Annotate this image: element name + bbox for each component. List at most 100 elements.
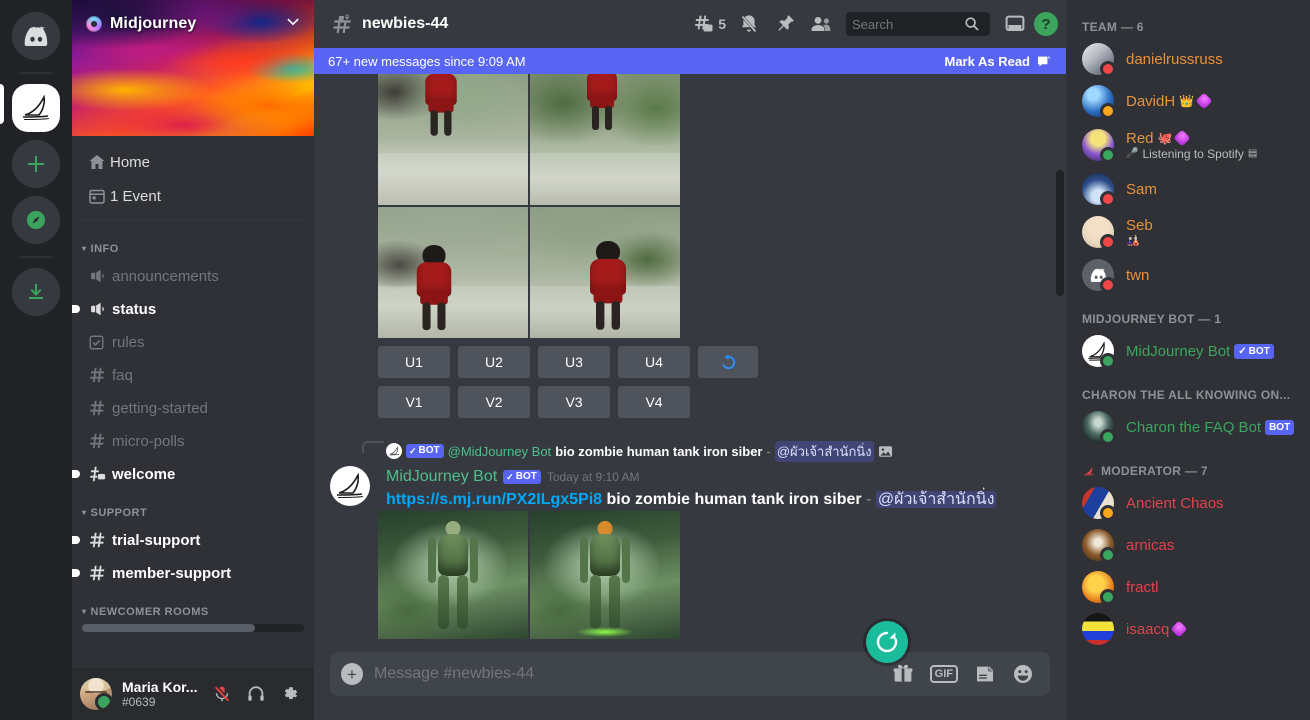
gif-icon[interactable]: GIF xyxy=(930,665,958,683)
sidebar-item-events[interactable]: 1 Event xyxy=(80,180,306,212)
u3-button[interactable]: U3 xyxy=(538,346,610,378)
server-header-row: Midjourney xyxy=(86,12,302,35)
avatar xyxy=(1082,411,1114,443)
list-item[interactable]: isaacq xyxy=(1074,608,1302,650)
user-identity[interactable]: Maria Kor... #0639 xyxy=(122,679,204,709)
zombie-image-1[interactable] xyxy=(378,511,528,639)
reply-reference[interactable]: ✓ BOT @MidJourney Bot bio zombie human t… xyxy=(362,440,1066,462)
sidebar-item-trial-support[interactable]: trial-support xyxy=(80,524,306,556)
list-item[interactable]: MidJourney Bot ✓ BOT xyxy=(1074,330,1302,372)
sidebar-item-welcome[interactable]: welcome xyxy=(80,458,306,490)
notification-muted-icon[interactable] xyxy=(732,8,766,40)
search-icon[interactable] xyxy=(964,16,980,32)
u2-button[interactable]: U2 xyxy=(458,346,530,378)
grid-image-2[interactable] xyxy=(530,74,680,205)
list-item[interactable]: arnicas xyxy=(1074,524,1302,566)
gear-icon xyxy=(280,684,300,704)
sidebar-item-getting-started[interactable]: getting-started xyxy=(80,392,306,424)
list-item[interactable]: Sam xyxy=(1074,168,1302,210)
sidebar-item-member-support[interactable]: member-support xyxy=(80,557,306,589)
category-info[interactable]: ▾ INFO xyxy=(72,227,314,259)
list-item[interactable]: fractl xyxy=(1074,566,1302,608)
reply-mention[interactable]: @ผัวเจ้าสำนักนิ่ง xyxy=(775,441,874,462)
bot-badge-label: BOT xyxy=(516,471,537,483)
category-newcomer-rooms[interactable]: ▾ NEWCOMER ROOMS xyxy=(72,590,314,622)
channel-list-scroll[interactable]: Home 1 Event ▾ INFO announcements xyxy=(72,136,314,668)
message-scrollbar[interactable] xyxy=(1056,170,1064,296)
add-server-button[interactable] xyxy=(12,140,60,188)
list-item[interactable]: twn xyxy=(1074,254,1302,296)
u1-button[interactable]: U1 xyxy=(378,346,450,378)
grid-image-3[interactable] xyxy=(378,207,528,338)
composer-box[interactable]: + GIF xyxy=(330,652,1050,696)
list-item[interactable]: Seb 🎎 xyxy=(1074,210,1302,254)
list-item[interactable]: danielrussruss xyxy=(1074,38,1302,80)
v1-button[interactable]: V1 xyxy=(378,386,450,418)
message-link[interactable]: https://s.mj.run/PX2ILgx5Pi8 xyxy=(386,491,602,508)
list-item[interactable]: Red 🐙 🎤 Listening to Spotify ▤ xyxy=(1074,122,1302,168)
attach-file-button[interactable]: + xyxy=(330,663,374,685)
message-input[interactable] xyxy=(374,665,892,683)
sidebar-item-midjourney-server[interactable] xyxy=(12,84,60,132)
midjourney-zombie-grid[interactable] xyxy=(378,511,680,639)
u4-button[interactable]: U4 xyxy=(618,346,690,378)
sidebar-item-faq[interactable]: faq xyxy=(80,359,306,391)
v4-button[interactable]: V4 xyxy=(618,386,690,418)
member-name: Sam xyxy=(1126,181,1157,198)
chevron-down-icon[interactable] xyxy=(284,12,302,35)
list-item[interactable]: Charon the FAQ Bot BOT xyxy=(1074,406,1302,448)
mute-microphone-button[interactable] xyxy=(206,678,238,710)
category-support[interactable]: ▾ SUPPORT xyxy=(72,491,314,523)
status-badge xyxy=(95,693,112,710)
sidebar-item-micro-polls[interactable]: micro-polls xyxy=(80,425,306,457)
explore-servers-button[interactable] xyxy=(12,196,60,244)
emoji-icon[interactable] xyxy=(1012,663,1034,685)
member-list-icon[interactable] xyxy=(804,8,838,40)
message-author[interactable]: MidJourney Bot xyxy=(386,466,497,488)
list-item[interactable]: Ancient Chaos xyxy=(1074,482,1302,524)
midjourney-image-grid[interactable] xyxy=(378,74,680,338)
search-box[interactable] xyxy=(846,12,990,36)
discord-app: Midjourney Home 1 Event xyxy=(0,0,1310,720)
sidebar-item-announcements[interactable]: announcements xyxy=(80,260,306,292)
member-name: Ancient Chaos xyxy=(1126,495,1224,512)
sidebar-item-home[interactable]: Home xyxy=(80,146,306,178)
help-icon[interactable]: ? xyxy=(1034,12,1058,36)
user-settings-button[interactable] xyxy=(274,678,306,710)
sidebar-item-status[interactable]: status xyxy=(80,293,306,325)
reply-author[interactable]: @MidJourney Bot xyxy=(448,444,552,459)
threads-icon[interactable] xyxy=(686,8,720,40)
message-content: https://s.mj.run/PX2ILgx5Pi8 bio zombie … xyxy=(386,489,1018,511)
list-item[interactable]: DavidH 👑 xyxy=(1074,80,1302,122)
v3-button[interactable]: V3 xyxy=(538,386,610,418)
sidebar-item-events-label: 1 Event xyxy=(110,188,161,205)
unread-indicator xyxy=(72,536,80,544)
avatar[interactable] xyxy=(330,466,370,506)
avatar[interactable] xyxy=(80,678,112,710)
bot-badge: ✓ BOT xyxy=(503,470,541,484)
message-mention[interactable]: @ผัวเจ้าสำนักนิ่ง xyxy=(876,491,997,508)
reroll-button[interactable] xyxy=(698,346,758,378)
zombie-image-2[interactable] xyxy=(530,511,680,639)
sidebar-horizontal-scrollbar[interactable] xyxy=(82,624,304,632)
member-list[interactable]: TEAM — 6 danielrussruss DavidH 👑 Red 🐙 xyxy=(1066,0,1310,720)
status-badge xyxy=(1100,353,1116,369)
sidebar-item-discord-home[interactable] xyxy=(12,12,60,60)
v2-button[interactable]: V2 xyxy=(458,386,530,418)
deafen-button[interactable] xyxy=(240,678,272,710)
server-banner-header[interactable]: Midjourney xyxy=(72,0,314,136)
download-apps-button[interactable] xyxy=(12,268,60,316)
bot-badge: ✓ BOT xyxy=(406,444,444,458)
mark-as-read-button[interactable]: Mark As Read xyxy=(945,54,1053,69)
sidebar-item-rules[interactable]: rules xyxy=(80,326,306,358)
new-messages-banner[interactable]: 67+ new messages since 9:09 AM Mark As R… xyxy=(314,48,1066,74)
search-input[interactable] xyxy=(852,17,964,32)
sticker-icon[interactable] xyxy=(974,663,996,685)
inbox-icon[interactable] xyxy=(998,8,1032,40)
grid-image-4[interactable] xyxy=(530,207,680,338)
message-list[interactable]: U1 U2 U3 U4 V1 V2 V3 V4 xyxy=(314,74,1066,652)
message-item: MidJourney Bot ✓ BOT Today at 9:10 AM ht… xyxy=(314,464,1066,511)
gift-icon[interactable] xyxy=(892,663,914,685)
grid-image-1[interactable] xyxy=(378,74,528,205)
pinned-messages-icon[interactable] xyxy=(768,8,802,40)
